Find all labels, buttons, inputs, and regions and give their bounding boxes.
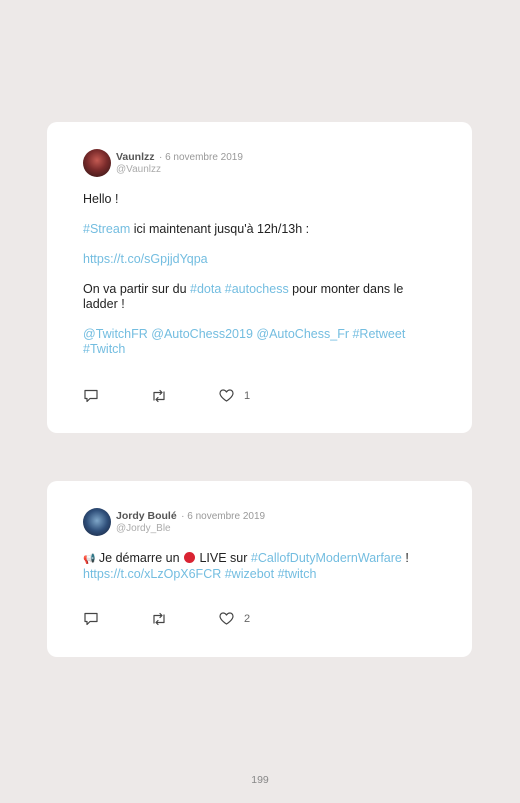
retweet-icon (150, 612, 168, 626)
page-number: 199 (251, 774, 269, 786)
retweet-button[interactable] (150, 612, 168, 626)
hashtag-link[interactable]: #twitch (278, 567, 317, 581)
like-count: 2 (244, 612, 251, 625)
heart-icon (219, 389, 234, 402)
tweet-text: On va partir sur du (83, 282, 190, 296)
like-button[interactable]: 2 (219, 612, 250, 625)
url-link[interactable]: https://t.co/xLzOpX6FCR (83, 567, 221, 581)
author-name[interactable]: Vaunlzz (116, 151, 155, 163)
hashtag-link[interactable]: #autochess (225, 282, 289, 296)
tweet-actions: 2 (83, 612, 436, 628)
reply-icon (83, 612, 99, 626)
url-link[interactable]: https://t.co/sGpjjdYqpa (83, 252, 208, 266)
tweet-date[interactable]: · 6 novembre 2019 (159, 152, 243, 163)
reply-icon (83, 389, 99, 403)
like-count: 1 (244, 389, 251, 402)
reply-button[interactable] (83, 389, 99, 403)
tweet-body: Hello ! #Stream ici maintenant jusqu'à 1… (83, 192, 436, 357)
tweet-header: Jordy Boulé · 6 novembre 2019 @Jordy_Ble (83, 481, 436, 536)
mention-link[interactable]: @AutoChess_Fr (256, 327, 349, 341)
hashtag-link[interactable]: #Retweet (352, 327, 405, 341)
tweet-date[interactable]: · 6 novembre 2019 (181, 511, 265, 522)
tweet-text: Hello ! (83, 192, 119, 206)
avatar[interactable] (83, 508, 111, 536)
hashtag-link[interactable]: #Twitch (83, 342, 125, 356)
tweet-text: LIVE sur (196, 551, 251, 565)
retweet-button[interactable] (150, 389, 168, 403)
author-handle[interactable]: @Jordy_Ble (116, 523, 265, 535)
tweet-card: Vaunlzz · 6 novembre 2019 @Vaunlzz Hello… (47, 122, 472, 433)
hashtag-link[interactable]: #wizebot (225, 567, 274, 581)
tweet-actions: 1 (83, 389, 436, 405)
tweet-body: 📢 Je démarre un LIVE sur #CallofDutyMode… (83, 551, 436, 582)
tweet-card: Jordy Boulé · 6 novembre 2019 @Jordy_Ble… (47, 481, 472, 657)
mention-link[interactable]: @TwitchFR (83, 327, 148, 341)
author-handle[interactable]: @Vaunlzz (116, 164, 243, 176)
tweet-text: ici maintenant jusqu'à 12h/13h : (130, 222, 310, 236)
red-circle-icon (184, 552, 195, 563)
heart-icon (219, 612, 234, 625)
megaphone-icon: 📢 (83, 554, 96, 565)
hashtag-link[interactable]: #CallofDutyModernWarfare (251, 551, 402, 565)
avatar[interactable] (83, 149, 111, 177)
hashtag-link[interactable]: #Stream (83, 222, 130, 236)
hashtag-link[interactable]: #dota (190, 282, 221, 296)
tweet-text: ! (401, 551, 409, 565)
mention-link[interactable]: @AutoChess2019 (151, 327, 253, 341)
reply-button[interactable] (83, 612, 99, 626)
like-button[interactable]: 1 (219, 389, 250, 402)
author-name[interactable]: Jordy Boulé (116, 510, 177, 522)
tweet-header: Vaunlzz · 6 novembre 2019 @Vaunlzz (83, 122, 436, 177)
retweet-icon (150, 389, 168, 403)
tweet-text: Je démarre un (95, 551, 183, 565)
